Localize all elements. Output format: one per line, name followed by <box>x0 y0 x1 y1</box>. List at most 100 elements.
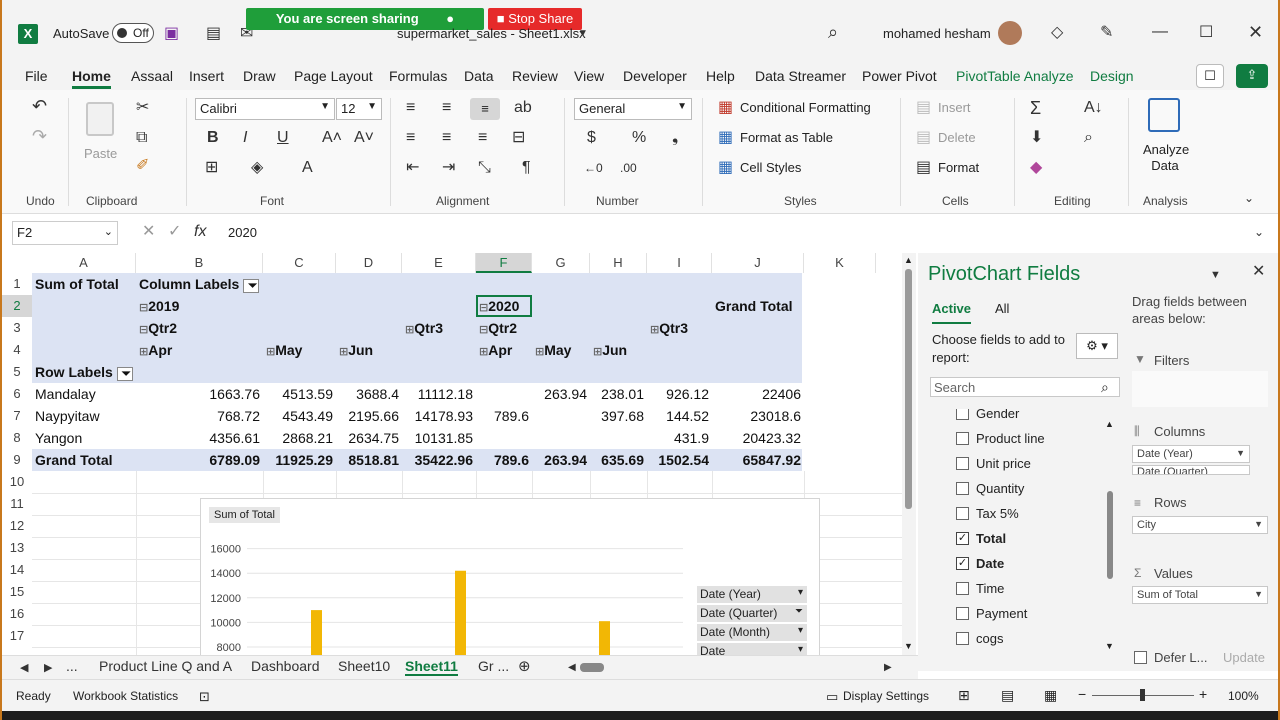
pivot-value-cell[interactable]: 1663.76 <box>139 383 260 405</box>
cell-styles-icon[interactable]: ▦ <box>718 160 733 176</box>
column-header[interactable]: E <box>402 253 476 273</box>
row-header[interactable]: 14 <box>2 559 32 581</box>
pivot-value-cell[interactable]: 10131.85 <box>405 427 473 449</box>
tab-pivottable-analyze[interactable]: PivotTable Analyze <box>956 68 1074 84</box>
name-box[interactable]: F2 ⌄ <box>12 221 118 245</box>
grand-total-cell[interactable]: 1502.54 <box>650 449 709 471</box>
insert-function-icon[interactable]: fx <box>194 224 206 240</box>
row-header[interactable]: 3 <box>2 317 32 339</box>
tab-power-pivot[interactable]: Power Pivot <box>862 68 937 84</box>
field-checkbox[interactable] <box>956 632 969 645</box>
sheet-tab-sheet11[interactable]: Sheet11 <box>405 658 458 676</box>
row-header[interactable]: 9 <box>2 449 32 471</box>
clear-icon[interactable]: ◆ <box>1030 160 1042 176</box>
chart-field-button[interactable]: Date (Year) ▾ <box>697 586 807 603</box>
paste-label[interactable]: Paste <box>84 146 117 161</box>
field-checkbox[interactable]: ✓ <box>956 557 969 570</box>
vertical-scrollbar[interactable]: ▲ ▼ <box>902 253 916 655</box>
insert-cells-button[interactable]: Insert <box>938 100 971 115</box>
filters-area[interactable] <box>1132 371 1268 407</box>
analyze-data-icon[interactable] <box>1148 98 1180 132</box>
orientation-icon[interactable]: ab <box>514 100 532 116</box>
sheet-tab-dashboard[interactable]: Dashboard <box>251 658 320 674</box>
text-direction-icon[interactable]: ⤡ <box>478 160 491 176</box>
column-item-date-quarter[interactable]: Date (Quarter) <box>1132 465 1250 475</box>
expand-formula-icon[interactable]: ⌄ <box>1254 224 1264 240</box>
underline-icon[interactable]: U <box>277 130 289 146</box>
row-labels-header[interactable]: Row Labels ⏷ <box>35 361 133 383</box>
shrink-font-icon[interactable]: A˅ <box>354 130 374 146</box>
worksheet-grid[interactable]: ABCDEFGHIJK 1 2 3 4 5 6 7 8 9 10 11 12 13 14 15 16 17 Su… <box>2 253 918 655</box>
pivot-value-cell[interactable]: 22406 <box>715 383 801 405</box>
pivot-value-cell[interactable]: 4513.59 <box>266 383 333 405</box>
quarter-header[interactable]: ⊞Qtr3 <box>405 317 473 339</box>
align-bottom-icon[interactable]: ≡ <box>470 98 500 120</box>
delete-cells-icon[interactable]: ▤ <box>916 130 931 146</box>
field-item[interactable]: Product line <box>930 428 1100 450</box>
tab-review[interactable]: Review <box>512 68 558 84</box>
month-header[interactable]: ⊞Apr <box>479 339 529 361</box>
font-color-icon[interactable]: A <box>302 160 313 176</box>
field-item[interactable]: cogs <box>930 628 1100 650</box>
zoom-level[interactable]: 100% <box>1228 689 1259 703</box>
grand-total-cell[interactable]: 263.94 <box>535 449 587 471</box>
paste-icon[interactable] <box>86 102 114 136</box>
filter-dropdown-icon[interactable]: ⏷ <box>116 367 133 381</box>
column-header[interactable]: F <box>476 253 532 273</box>
workbook-statistics[interactable]: Workbook Statistics <box>73 689 178 703</box>
format-as-table-button[interactable]: Format as Table <box>740 130 833 145</box>
column-header[interactable]: G <box>532 253 590 273</box>
delete-cells-button[interactable]: Delete <box>938 130 976 145</box>
cut-icon[interactable]: ✂ <box>136 100 149 116</box>
align-center-icon[interactable]: ≡ <box>442 130 451 146</box>
row-header[interactable]: 8 <box>2 427 32 449</box>
pivot-value-cell[interactable]: 23018.6 <box>715 405 801 427</box>
month-header[interactable]: ⊞May <box>535 339 587 361</box>
display-settings-icon[interactable]: ▭ <box>826 689 838 705</box>
font-name-select[interactable]: Calibri ▼ <box>195 98 335 120</box>
save-icon[interactable]: ▣ <box>164 26 179 42</box>
search-icon[interactable]: ⌕ <box>828 23 838 41</box>
grand-total-cell[interactable]: 65847.92 <box>715 449 801 471</box>
quarter-header[interactable]: ⊞Qtr3 <box>650 317 709 339</box>
column-header[interactable]: J <box>712 253 804 273</box>
filter-dropdown-icon[interactable]: ⏷ <box>243 279 260 293</box>
undo-icon[interactable]: ↶ <box>32 97 47 115</box>
pivot-chart[interactable]: Sum of Total 16000 14000 12000 10000 8000 Da… <box>200 498 820 655</box>
accessibility-icon[interactable]: ⊡ <box>199 689 210 705</box>
year-2019-header[interactable]: ⊟2019 <box>139 295 260 317</box>
align-middle-icon[interactable]: ≡ <box>442 100 451 116</box>
field-checkbox[interactable] <box>956 482 969 495</box>
file-name[interactable]: supermarket_sales - Sheet1.xlsx <box>397 26 586 41</box>
pivot-value-cell[interactable]: 263.94 <box>535 383 587 405</box>
pivot-value-cell[interactable]: 14178.93 <box>405 405 473 427</box>
maximize-icon[interactable]: ☐ <box>1199 25 1213 41</box>
row-header[interactable]: 12 <box>2 515 32 537</box>
row-header[interactable]: 5 <box>2 361 32 383</box>
tab-active[interactable]: Active <box>932 301 972 324</box>
fill-color-icon[interactable]: ◈ <box>251 160 263 176</box>
paragraph-icon[interactable]: ¶ <box>522 160 531 176</box>
field-checkbox[interactable] <box>956 457 969 470</box>
field-checkbox[interactable] <box>956 409 969 420</box>
close-icon[interactable]: ✕ <box>1248 23 1263 41</box>
grand-total-cell[interactable]: 789.6 <box>479 449 529 471</box>
sheet-tab-sheet10[interactable]: Sheet10 <box>338 658 390 674</box>
vertical-scroll-thumb[interactable] <box>905 269 912 509</box>
tab-assaal[interactable]: Assaal <box>131 68 173 84</box>
cancel-icon[interactable]: ✕ <box>142 224 155 240</box>
number-format-select[interactable]: General ▼ <box>574 98 692 120</box>
defer-update-checkbox[interactable] <box>1134 651 1147 664</box>
chart-field-button[interactable]: Date ▾ <box>697 643 807 655</box>
share-icon[interactable]: ⇪ <box>1236 64 1268 88</box>
page-break-view-icon[interactable]: ▦ <box>1044 687 1057 704</box>
row-label-city[interactable]: Naypyitaw <box>35 405 133 427</box>
close-pane-icon[interactable]: ✕ <box>1252 264 1265 280</box>
pivot-value-cell[interactable]: 20423.32 <box>715 427 801 449</box>
prev-sheet-icon[interactable]: ◀ <box>20 660 28 676</box>
grand-total-cell[interactable]: 6789.09 <box>139 449 260 471</box>
increase-indent-icon[interactable]: ⇥ <box>442 160 455 176</box>
tab-view[interactable]: View <box>574 68 604 84</box>
chart-field-button[interactable]: Date (Month) ▾ <box>697 624 807 641</box>
column-header[interactable]: A <box>32 253 136 273</box>
